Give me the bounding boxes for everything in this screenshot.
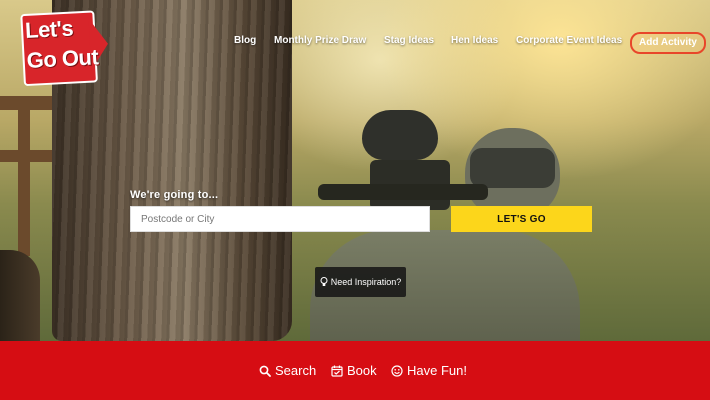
nav-corporate-event-ideas[interactable]: Corporate Event Ideas [516,35,622,46]
fence-post [18,96,30,256]
step-have-fun-label: Have Fun! [407,363,467,378]
step-search: Search [259,363,316,378]
lets-go-button[interactable]: LET'S GO [451,206,592,232]
main-nav: Blog Monthly Prize Draw Stag Ideas Hen I… [0,30,710,54]
add-activity-button[interactable]: Add Activity [630,32,706,54]
step-search-label: Search [275,363,317,378]
steps-bar: Search Book Have Fun! [0,341,710,400]
calendar-check-icon [331,365,343,377]
search-heading: We're going to... [130,189,219,201]
lightbulb-icon [320,277,328,286]
need-inspiration-label: Need Inspiration? [330,277,402,287]
step-have-fun: Have Fun! [391,363,467,378]
tree-trunk-small [0,250,40,341]
nav-blog[interactable]: Blog [234,35,256,46]
smiley-icon [391,364,403,377]
nav-stag-ideas[interactable]: Stag Ideas [384,35,434,46]
nav-monthly-prize-draw[interactable]: Monthly Prize Draw [274,35,366,46]
step-book-label: Book [347,363,377,378]
step-book: Book [331,363,377,378]
search-icon [259,365,271,377]
need-inspiration-button[interactable]: Need Inspiration? [315,267,406,297]
nav-hen-ideas[interactable]: Hen Ideas [451,35,498,46]
location-search-input[interactable] [130,206,430,232]
